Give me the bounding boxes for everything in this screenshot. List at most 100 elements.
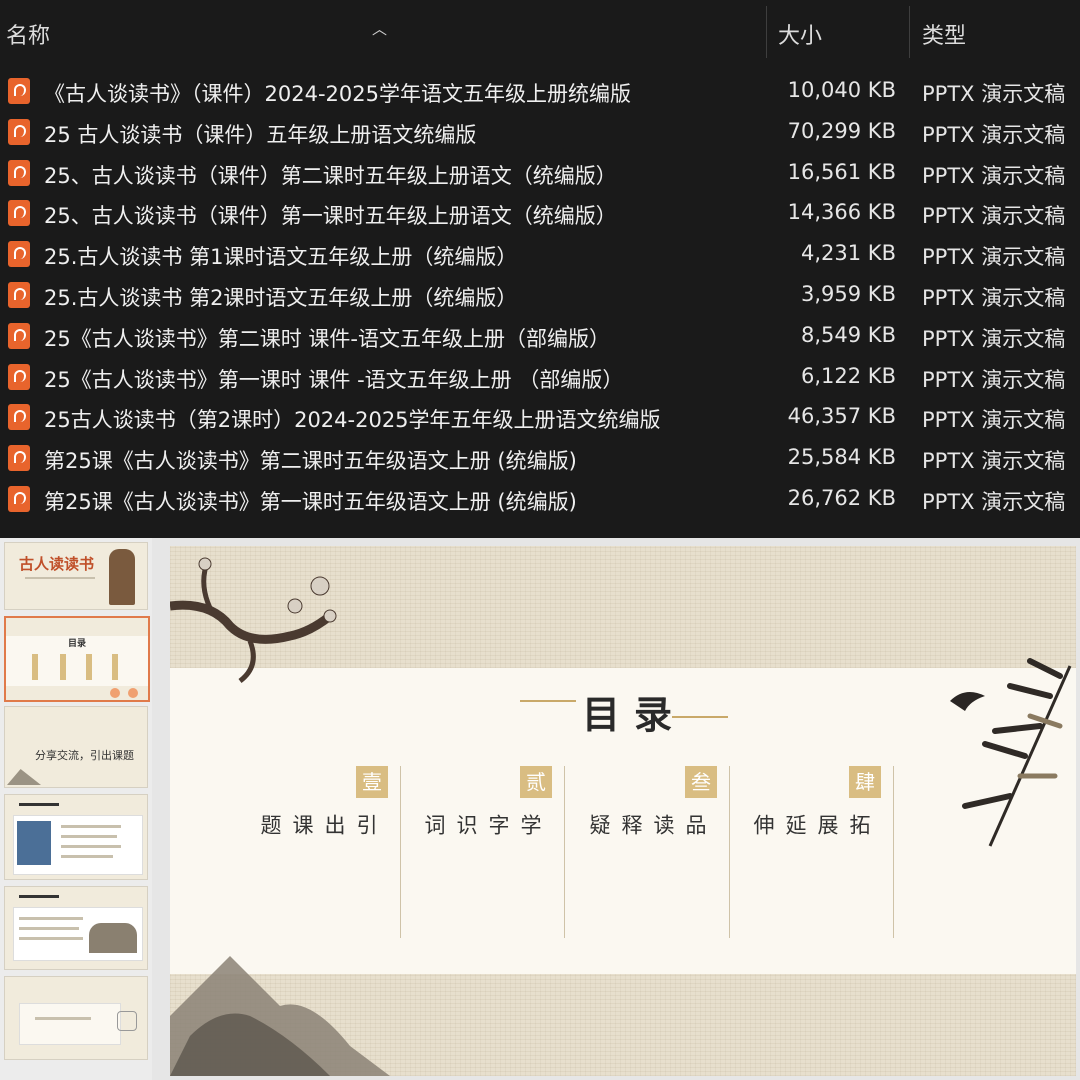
file-type: PPTX 演示文稿 — [922, 245, 1066, 270]
file-row[interactable]: 第25课《古人谈读书》第一课时五年级语文上册 (统编版) 26,762 KB PPT… — [0, 479, 1080, 519]
slide-thumbnail-4[interactable] — [4, 794, 148, 880]
thumbnail-heading-line — [19, 895, 59, 898]
pptx-file-icon — [8, 445, 30, 472]
file-type: PPTX 演示文稿 — [922, 204, 1066, 229]
file-type: PPTX 演示文稿 — [922, 449, 1066, 474]
toc-badge: 贰 — [520, 766, 552, 798]
slide-thumbnail-3[interactable]: 分享交流，引出课题 — [4, 706, 148, 788]
animation-marker-icon[interactable] — [110, 688, 120, 698]
file-row[interactable]: 25、古人谈读书（课件）第一课时五年级上册语文（统编版） 14,366 KB PPT… — [0, 193, 1080, 233]
thumbnail-line — [19, 937, 83, 940]
thumbnail-line — [19, 927, 79, 930]
file-size: 70,299 KB — [787, 118, 896, 143]
pptx-file-icon — [8, 78, 30, 104]
thumbnail-card — [19, 1003, 121, 1045]
pptx-file-icon — [8, 322, 30, 349]
sort-caret-icon[interactable]: ︿ — [372, 18, 387, 39]
file-size: 8,549 KB — [801, 322, 896, 347]
file-name: 25古人谈读书（第2课时）2024-2025学年五年级上册语文统编版 — [44, 408, 661, 433]
mountain-icon — [170, 956, 390, 1076]
file-type: PPTX 演示文稿 — [922, 122, 1066, 147]
file-row[interactable]: 25《古人谈读书》第二课时 课件-语文五年级上册（部编版） 8,549 KB PPT… — [0, 316, 1080, 356]
toc-item-text: 学字识词 — [422, 814, 542, 846]
thumbnail-line — [19, 917, 83, 920]
file-row[interactable]: 25、古人谈读书（课件）第二课时五年级上册语文（统编版） 16,561 KB PPT… — [0, 153, 1080, 193]
pptx-file-icon — [8, 241, 30, 268]
thumbnail-heading-line — [19, 803, 59, 806]
toc-divider — [893, 766, 894, 938]
transition-marker-icon[interactable] — [128, 688, 138, 698]
pptx-file-icon — [8, 486, 30, 512]
thumbnail-title: 古人读读书 — [19, 555, 95, 573]
file-type: PPTX 演示文稿 — [922, 82, 1066, 106]
thumbnail-line — [35, 1017, 91, 1020]
file-type: PPTX 演示文稿 — [922, 286, 1066, 310]
file-name: 《古人谈读书》（课件）2024-2025学年语文五年级上册统编版 — [44, 82, 631, 106]
thumbnail-toc-col — [112, 654, 118, 680]
toc-item-text: 引出课题 — [258, 814, 378, 846]
column-header-type[interactable]: 类型 — [922, 18, 966, 50]
file-type: PPTX 演示文稿 — [922, 408, 1066, 433]
column-divider[interactable] — [766, 6, 767, 58]
thumbnail-line — [61, 845, 121, 848]
toc-badge: 肆 — [849, 766, 881, 798]
bamboo-icon — [950, 658, 1072, 847]
pptx-file-icon — [8, 363, 30, 390]
slide-thumbnail-pane: 古人读读书 目录 分享交流，引出课题 — [0, 538, 152, 1080]
scholar-figure-icon — [109, 549, 135, 605]
slide-canvas[interactable]: 目录 壹 引出课题 贰 学字识词 叁 品读释疑 肆 拓展延伸 — [170, 546, 1076, 1076]
column-header-name[interactable]: 名称 — [6, 18, 50, 50]
toc-divider — [564, 766, 565, 938]
file-row[interactable]: 25.古人谈读书 第2课时语文五年级上册（统编版） 3,959 KB PPTX 演示… — [0, 275, 1080, 315]
file-row[interactable]: 25 古人谈读书（课件）五年级上册语文统编版 70,299 KB PPTX 演示文稿 — [0, 112, 1080, 152]
frame-icon — [117, 1011, 137, 1031]
thumbnail-toc-title: 目录 — [68, 639, 87, 649]
file-type: PPTX 演示文稿 — [922, 326, 1066, 351]
mountain-icon — [7, 769, 41, 785]
slide-thumbnail-6[interactable] — [4, 976, 148, 1060]
file-size: 10,040 KB — [787, 78, 896, 102]
file-row[interactable]: 25.古人谈读书 第1课时语文五年级上册（统编版） 4,231 KB PPTX 演示… — [0, 234, 1080, 274]
thumbnail-text: 分享交流，引出课题 — [35, 749, 134, 762]
file-name: 25《古人谈读书》第二课时 课件-语文五年级上册（部编版） — [44, 326, 610, 351]
slide-thumbnail-2[interactable]: 目录 — [4, 616, 150, 702]
decorative-line — [520, 700, 576, 702]
toc-item-text: 拓展延伸 — [751, 814, 871, 846]
thumbnail-toc-col — [86, 654, 92, 680]
file-row[interactable]: 25古人谈读书（第2课时）2024-2025学年五年级上册语文统编版 46,357… — [0, 397, 1080, 437]
pptx-file-icon — [8, 200, 30, 227]
file-row[interactable]: 第25课《古人谈读书》第二课时五年级语文上册 (统编版) 25,584 KB PPT… — [0, 438, 1080, 478]
thumbnail-line — [61, 825, 121, 828]
file-size: 26,762 KB — [787, 486, 896, 510]
column-divider[interactable] — [909, 6, 910, 58]
file-size: 6,122 KB — [801, 363, 896, 388]
file-row[interactable]: 《古人谈读书》（课件）2024-2025学年语文五年级上册统编版 10,040 K… — [0, 71, 1080, 111]
file-type: PPTX 演示文稿 — [922, 490, 1066, 514]
file-size: 16,561 KB — [787, 159, 896, 184]
thumbnail-line — [61, 835, 117, 838]
toc-badge: 壹 — [356, 766, 388, 798]
file-size: 3,959 KB — [801, 282, 896, 306]
thumbnail-toc-col — [32, 654, 38, 680]
file-size: 14,366 KB — [787, 200, 896, 225]
pptx-file-icon — [8, 159, 30, 186]
slide-thumbnail-5[interactable] — [4, 886, 148, 970]
slide-thumbnail-1[interactable]: 古人读读书 — [4, 542, 148, 610]
toc-item-text: 品读释疑 — [587, 814, 707, 846]
toc-divider — [729, 766, 730, 938]
file-name: 25、古人谈读书（课件）第二课时五年级上册语文（统编版） — [44, 163, 617, 188]
thumbnail-line — [61, 855, 113, 858]
file-row[interactable]: 25《古人谈读书》第一课时 课件 -语文五年级上册 （部编版） 6,122 KB P… — [0, 357, 1080, 397]
file-type: PPTX 演示文稿 — [922, 163, 1066, 188]
thumbnail-subtitle-line — [25, 577, 95, 579]
file-name: 第25课《古人谈读书》第二课时五年级语文上册 (统编版) — [44, 449, 577, 474]
pptx-file-icon — [8, 404, 30, 431]
toc-title[interactable]: 目录 — [582, 684, 686, 739]
toc-divider — [400, 766, 401, 938]
pptx-file-icon — [8, 282, 30, 308]
column-header-size[interactable]: 大小 — [778, 18, 822, 50]
presentation-editor: 古人读读书 目录 分享交流，引出课题 目录 壹 引出课题 贰 学字识词 叁 品读… — [0, 538, 1080, 1080]
file-explorer: ︿ 名称 大小 类型 《古人谈读书》（课件）2024-2025学年语文五年级上册… — [0, 0, 1080, 538]
file-name: 25、古人谈读书（课件）第一课时五年级上册语文（统编版） — [44, 204, 617, 229]
toc-title-block: 目录 — [520, 684, 730, 737]
